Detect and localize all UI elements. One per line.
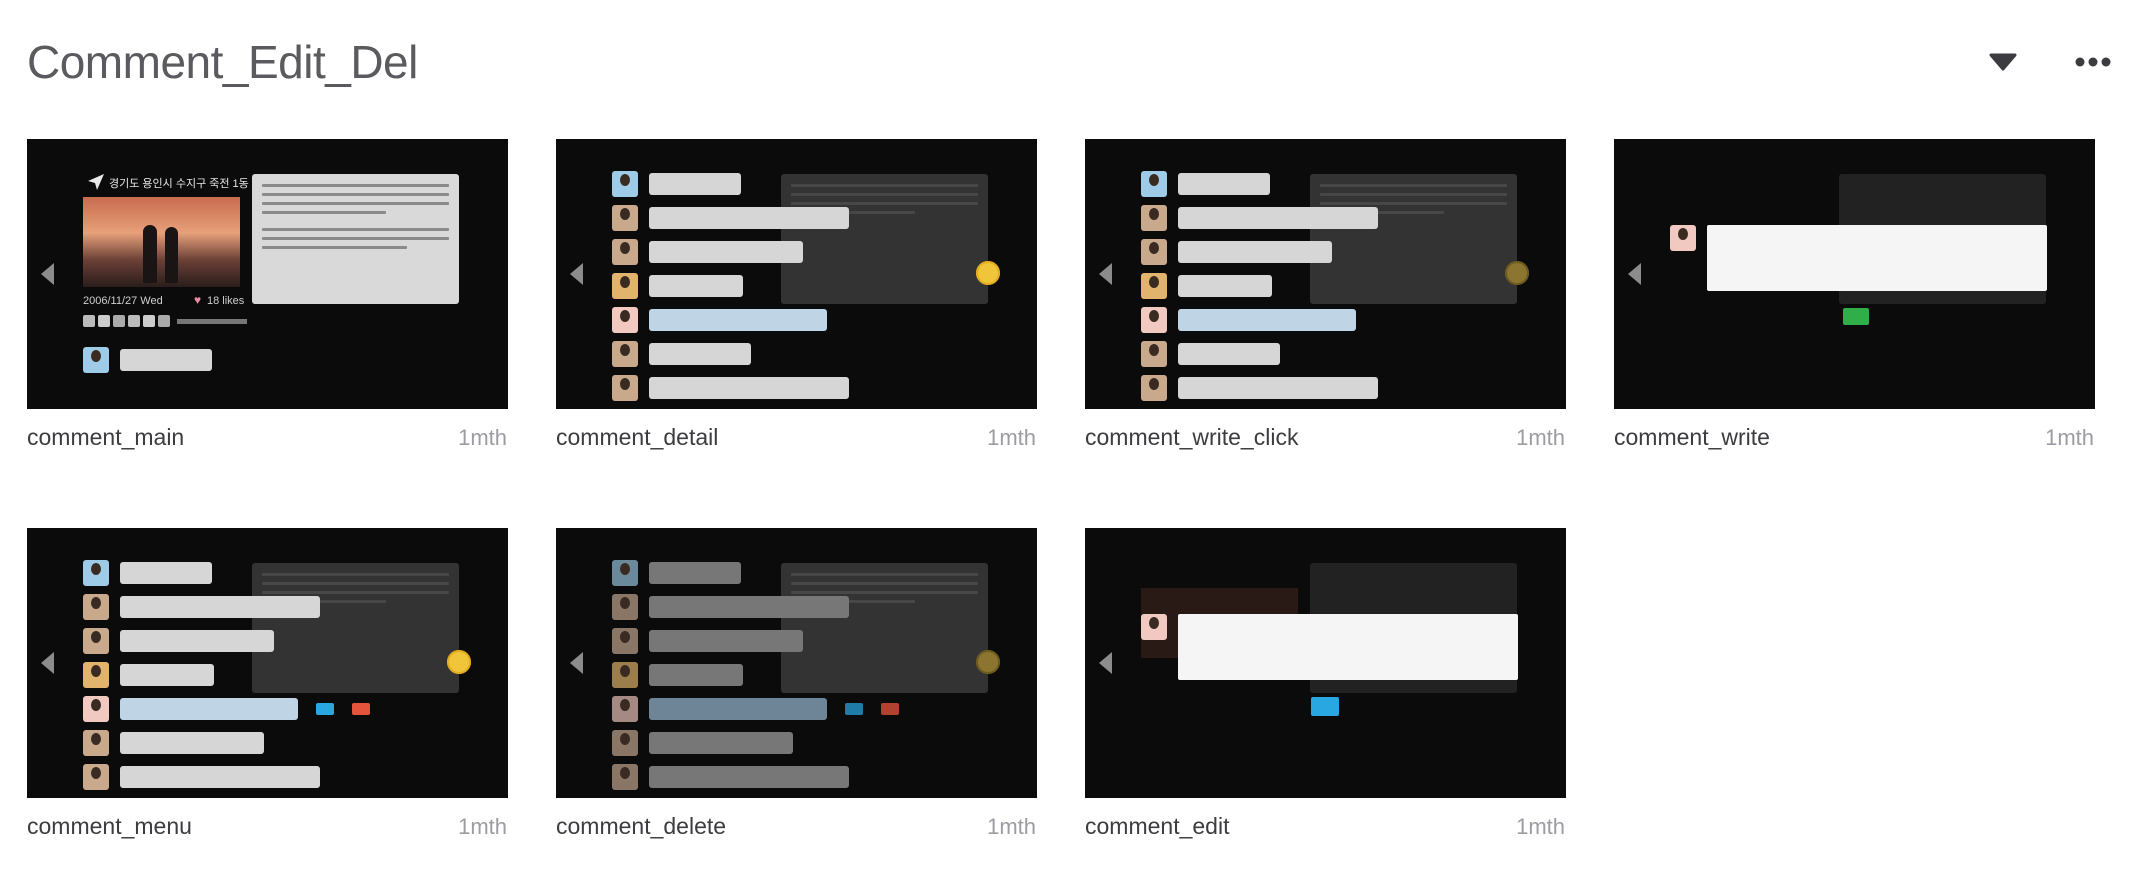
photo-image: [83, 197, 240, 287]
screen-name: comment_write: [1614, 424, 1770, 450]
comment-row: [1141, 239, 1332, 265]
location-arrow-icon: [88, 174, 104, 190]
text-panel: [252, 174, 459, 304]
screen-age: 1mth: [458, 814, 507, 839]
prev-arrow-icon: [1628, 263, 1641, 285]
comment-row: [83, 764, 320, 790]
location-text: 경기도 용인시 수지구 죽전 1동: [109, 178, 249, 190]
edit-button[interactable]: [845, 703, 863, 715]
caret-down-icon[interactable]: [1983, 42, 2023, 82]
comment-row: [1141, 375, 1378, 401]
screen-thumbnail[interactable]: [1085, 139, 1566, 409]
screen-name: comment_edit: [1085, 813, 1230, 839]
screen-thumbnail[interactable]: [556, 139, 1037, 409]
edit-submit-button[interactable]: [1311, 697, 1339, 716]
heart-icon: ♥: [194, 293, 202, 307]
comment-row: [612, 341, 751, 367]
text-panel: [252, 563, 459, 693]
screen-card[interactable]: 경기도 용인시 수지구 죽전 1동 2006/11/27 Wed ♥ 18 li…: [27, 139, 508, 451]
project-page: Comment_Edit_Del 경기도 용인시 수지구 죽전 1동 2006/…: [0, 0, 2138, 888]
screen-card[interactable]: comment_write 1mth: [1614, 139, 2095, 451]
comment-input[interactable]: [1707, 225, 2047, 291]
gold-coin-icon: [976, 261, 1000, 285]
comment-row: [612, 560, 741, 586]
comment-row: [83, 347, 212, 373]
page-title: Comment_Edit_Del: [27, 36, 418, 88]
comment-row: [612, 171, 741, 197]
prev-arrow-icon: [1099, 263, 1112, 285]
comment-row: [83, 594, 320, 620]
comment-row: [612, 628, 803, 654]
prev-arrow-icon: [570, 263, 583, 285]
screen-age: 1mth: [987, 425, 1036, 450]
screen-card[interactable]: comment_delete 1mth: [556, 528, 1037, 840]
text-panel: [1310, 174, 1517, 304]
comment-row: [83, 662, 214, 688]
screen-age: 1mth: [458, 425, 507, 450]
screen-thumbnail[interactable]: [556, 528, 1037, 798]
comment-row: [612, 662, 743, 688]
screen-thumbnail[interactable]: [1614, 139, 2095, 409]
screen-name: comment_delete: [556, 813, 727, 839]
friends-avatars: [83, 315, 247, 327]
comment-row: [83, 560, 212, 586]
likes-text: 18 likes: [207, 295, 245, 307]
comment-row: [612, 594, 849, 620]
screen-thumbnail[interactable]: [1085, 528, 1566, 798]
comment-row: [1141, 171, 1270, 197]
gold-coin-icon: [976, 650, 1000, 674]
comment-row: [1141, 205, 1378, 231]
screen-name: comment_main: [27, 424, 185, 450]
avatar: [1141, 614, 1167, 640]
gold-coin-icon: [447, 650, 471, 674]
comment-row: [612, 273, 743, 299]
screen-age: 1mth: [1516, 814, 1565, 839]
comment-row: [612, 696, 827, 722]
edit-button[interactable]: [316, 703, 334, 715]
prev-arrow-icon: [41, 263, 54, 285]
screen-card[interactable]: comment_edit 1mth: [1085, 528, 1566, 840]
screen-card[interactable]: comment_write_click 1mth: [1085, 139, 1566, 451]
text-panel: [781, 174, 988, 304]
comment-row: [612, 730, 793, 756]
date-text: 2006/11/27 Wed: [83, 295, 163, 307]
prev-arrow-icon: [570, 652, 583, 674]
prev-arrow-icon: [41, 652, 54, 674]
screen-thumbnail[interactable]: 경기도 용인시 수지구 죽전 1동 2006/11/27 Wed ♥ 18 li…: [27, 139, 508, 409]
screen-card[interactable]: comment_detail 1mth: [556, 139, 1037, 451]
screen-name: comment_write_click: [1085, 424, 1299, 450]
prev-arrow-icon: [1099, 652, 1112, 674]
more-horizontal-icon[interactable]: [2073, 42, 2113, 82]
comment-row: [612, 764, 849, 790]
screen-name: comment_detail: [556, 424, 719, 450]
comment-row: [83, 730, 264, 756]
screen-card[interactable]: comment_menu 1mth: [27, 528, 508, 840]
comment-row: [612, 307, 827, 333]
comment-row: [612, 239, 803, 265]
comment-row: [83, 628, 274, 654]
screen-age: 1mth: [987, 814, 1036, 839]
screen-name: comment_menu: [27, 813, 192, 839]
comment-input[interactable]: [1178, 614, 1518, 680]
delete-button[interactable]: [352, 703, 370, 715]
comment-row: [83, 696, 298, 722]
gold-coin-icon: [1505, 261, 1529, 285]
comment-row: [1141, 307, 1356, 333]
screen-thumbnail[interactable]: [27, 528, 508, 798]
comment-row: [612, 205, 849, 231]
comment-row: [1141, 341, 1280, 367]
page-header: Comment_Edit_Del: [27, 30, 2111, 94]
avatar: [1670, 225, 1696, 251]
header-actions: [1983, 42, 2113, 82]
screen-age: 1mth: [1516, 425, 1565, 450]
screen-age: 1mth: [2045, 425, 2094, 450]
comment-row: [612, 375, 849, 401]
delete-button[interactable]: [881, 703, 899, 715]
text-panel: [781, 563, 988, 693]
submit-button[interactable]: [1843, 308, 1869, 325]
comment-row: [1141, 273, 1272, 299]
